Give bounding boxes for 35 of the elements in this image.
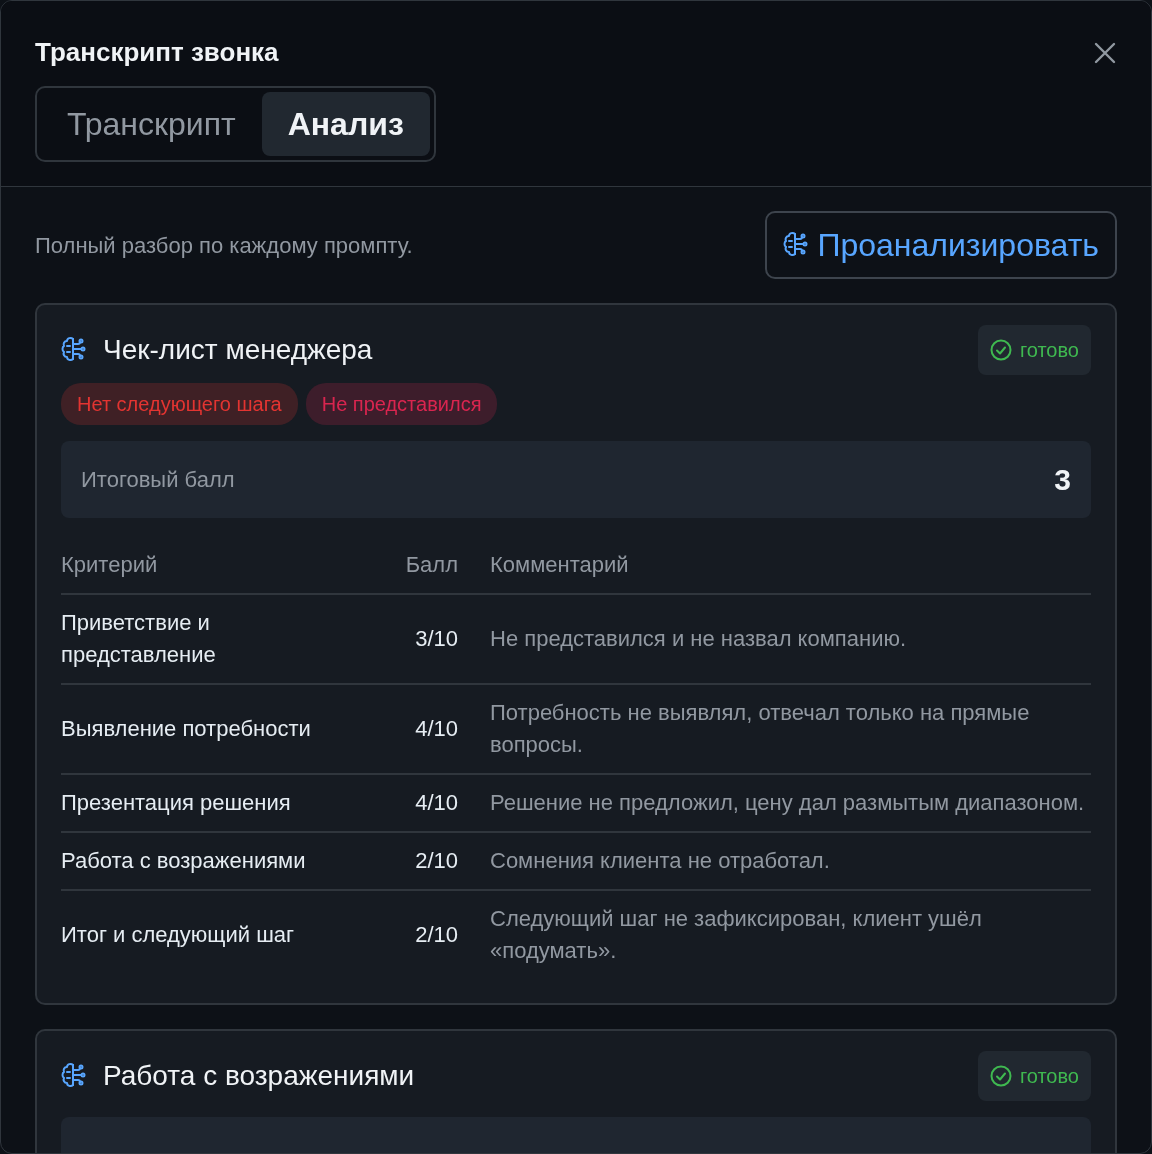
tab[interactable]: Транскрипт [41,92,262,156]
tab[interactable]: Анализ [261,92,430,156]
close-button[interactable] [1093,40,1117,65]
brain-icon [783,231,810,259]
column-header: Критерий [61,536,361,594]
table-cell: Работа с возражениями [61,832,361,890]
column-header: Комментарий [458,536,1091,594]
column-header: Балл [361,536,458,594]
prompt-title: Работа с возражениями [103,1059,415,1093]
table-cell: 4/10 [361,684,458,774]
table-cell: Итог и следующий шаг [61,890,361,979]
score-label: Итоговый балл [81,466,235,494]
table-cell: Приветствие и представление [61,594,361,684]
score-value: 3 [1054,462,1071,498]
brain-icon [61,336,87,364]
prompt-title: Чек-лист менеджера [103,333,373,367]
issue-tag: Нет следующего шага [61,383,298,425]
table-cell: 2/10 [361,832,458,890]
brain-icon [61,1062,87,1090]
table-cell: 2/10 [361,890,458,979]
table-cell: Решение не предложил, цену дал размытым диапазоном. [458,774,1091,832]
table-cell: 3/10 [361,594,458,684]
status-badge: готово [977,1051,1091,1101]
intro-text: Полный разбор по каждому промпту. [35,231,413,260]
table-cell: Презентация решения [61,774,361,832]
table-cell: Сомнения клиента не отработал. [458,832,1091,890]
table-cell: Потребность не выявлял, отвечал только на прямые вопросы. [458,684,1091,774]
analyze-button[interactable]: Проанализировать [765,211,1117,279]
table-cell: Следующий шаг не зафиксирован, клиент ушёл «подумать». [458,890,1091,979]
table-cell: 4/10 [361,774,458,832]
dialog-title: Транскрипт звонка [35,36,279,69]
table-cell: Не представился и не назвал компанию. [458,594,1091,684]
status-badge: готово [977,325,1091,375]
issue-tag: Не представился [305,383,498,425]
table-cell: Выявление потребности [61,684,361,774]
